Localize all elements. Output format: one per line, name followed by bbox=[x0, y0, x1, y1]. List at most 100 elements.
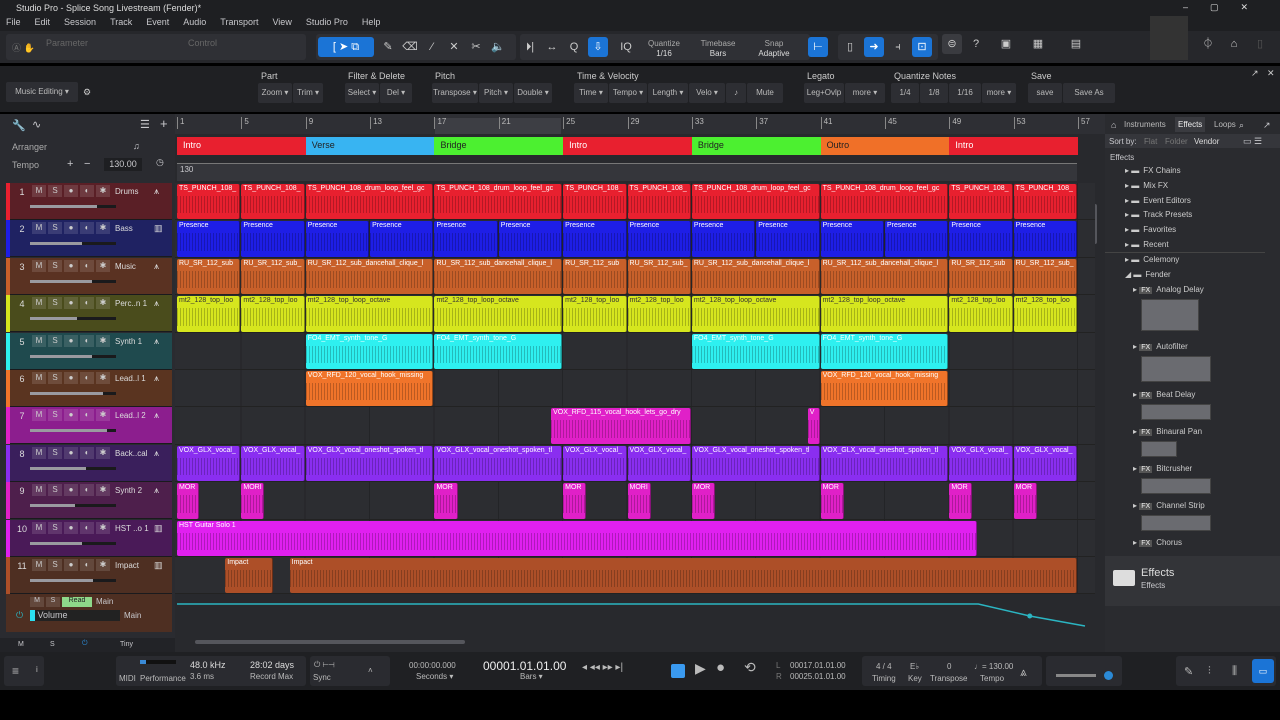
power-icon[interactable]: ⏻ bbox=[82, 640, 88, 648]
solo-button[interactable]: S bbox=[48, 372, 62, 384]
clip[interactable]: RU_SR_112_sub bbox=[949, 258, 1013, 295]
arranger-section-bridge[interactable]: Bridge bbox=[434, 137, 564, 155]
track-name[interactable]: Music bbox=[115, 262, 136, 271]
clip[interactable]: RU_SR_112_sub_ bbox=[241, 258, 305, 295]
clip[interactable]: Impact bbox=[289, 558, 1078, 594]
record-arm-button[interactable]: ● bbox=[64, 484, 78, 497]
volume-fader[interactable] bbox=[30, 242, 116, 246]
browser-item[interactable]: ▸ FX Bitcrusher bbox=[1133, 464, 1192, 473]
close-icon[interactable]: ✕ bbox=[1267, 68, 1275, 79]
listen-tool-icon[interactable]: 🔈 bbox=[488, 37, 508, 57]
macro-button[interactable]: Zoom ▾ bbox=[258, 83, 292, 103]
loop-button[interactable]: ⟲ bbox=[744, 659, 756, 676]
channel-icon[interactable]: ⫶ bbox=[1208, 665, 1211, 678]
automation-curve-icon[interactable]: ∿ bbox=[32, 118, 41, 131]
clip[interactable]: Presence bbox=[498, 221, 563, 257]
clip[interactable]: VOX_GLX_vocal_oneshot_spoken_tl bbox=[820, 445, 949, 482]
menu-help[interactable]: Help bbox=[362, 17, 381, 30]
monitor-button[interactable]: ◐ bbox=[80, 521, 94, 534]
clip[interactable]: VOX_GLX_vocal_ bbox=[949, 445, 1013, 482]
clip[interactable]: RU_SR_112_sub_dancehall_clique_l bbox=[691, 258, 820, 295]
volume-fader[interactable] bbox=[30, 317, 116, 321]
rewind-controls[interactable]: ◂ ◂◂ ▸▸ ▸| bbox=[582, 662, 623, 673]
solo-button[interactable]: S bbox=[48, 559, 62, 571]
solo-button[interactable]: S bbox=[48, 484, 62, 497]
track-header-back-cal[interactable]: 8 M S ● ◐ ✱ Back..cal ⩚ bbox=[6, 444, 172, 482]
tempo-plus-button[interactable]: + bbox=[67, 158, 73, 170]
track-name[interactable]: Lead..l 1 bbox=[115, 374, 146, 383]
browser-tab-loops[interactable]: Loops bbox=[1211, 117, 1239, 132]
track-name[interactable]: Impact bbox=[115, 561, 139, 570]
help-button[interactable]: ? bbox=[966, 34, 986, 54]
clip[interactable]: RU_SR_112_sub bbox=[177, 258, 241, 295]
menu-audio[interactable]: Audio bbox=[183, 17, 206, 30]
quantize-icon[interactable]: Q bbox=[564, 37, 584, 57]
volume-fader[interactable] bbox=[30, 579, 116, 582]
clip[interactable]: Presence bbox=[434, 221, 498, 257]
control-select[interactable]: Control bbox=[188, 38, 217, 48]
solo-button[interactable]: S bbox=[48, 185, 62, 197]
macro-button[interactable]: Mute bbox=[747, 83, 783, 103]
browser-item[interactable]: ▸ ▬ Favorites bbox=[1125, 225, 1176, 234]
browser-item[interactable]: ▸ ▬ Event Editors bbox=[1125, 196, 1191, 205]
clip[interactable]: VOX_GLX_vocal_oneshot_spoken_tl bbox=[434, 445, 563, 482]
clip[interactable]: MOR bbox=[177, 483, 199, 519]
arranger-section-outro[interactable]: Outro bbox=[820, 137, 950, 155]
clip[interactable]: mt2_128_top_loo bbox=[1013, 296, 1078, 332]
clip[interactable]: mt2_128_top_loop_octave bbox=[434, 296, 563, 332]
mute-button[interactable]: M bbox=[32, 372, 46, 384]
clock-icon[interactable]: ◷ bbox=[156, 157, 164, 168]
macro-button[interactable]: Del ▾ bbox=[380, 83, 412, 103]
macro-button[interactable]: Double ▾ bbox=[514, 83, 552, 103]
macro-button[interactable]: Pitch ▾ bbox=[479, 83, 513, 103]
automation-solo-button[interactable]: S bbox=[46, 597, 60, 607]
quantize-select[interactable]: Quantize 1/16 bbox=[644, 39, 684, 59]
mute-button[interactable]: M bbox=[32, 559, 46, 571]
track-header-drums[interactable]: 1 M S ● ◐ ✱ Drums ⩚ bbox=[6, 183, 172, 220]
track-name[interactable]: HST ..o 1 bbox=[115, 524, 149, 533]
menu-track[interactable]: Track bbox=[110, 17, 132, 30]
macro-button[interactable]: 1/16 bbox=[949, 83, 981, 103]
macro-button[interactable]: Leg+Ovlp bbox=[804, 83, 844, 103]
input-button[interactable]: ✱ bbox=[96, 222, 110, 235]
menu-file[interactable]: File bbox=[6, 17, 21, 30]
clip[interactable]: RU_SR_112_sub_dancehall_clique_l bbox=[820, 258, 949, 295]
tempo-value[interactable]: ♩= 130.00 bbox=[974, 662, 1013, 671]
mute-all-button[interactable]: M bbox=[18, 641, 24, 648]
clip[interactable]: TS_PUNCH_108_ bbox=[563, 184, 627, 220]
clip[interactable]: Presence bbox=[627, 221, 691, 257]
clip[interactable]: mt2_128_top_loop_octave bbox=[691, 296, 820, 332]
record-arm-button[interactable]: ● bbox=[64, 297, 78, 310]
timeline-ruler[interactable] bbox=[175, 114, 1105, 134]
clip[interactable]: mt2_128_top_loo bbox=[627, 296, 691, 332]
loop-end[interactable]: 00025.01.01.00 bbox=[790, 672, 846, 681]
macro-button[interactable]: Velo ▾ bbox=[689, 83, 725, 103]
clip[interactable]: MOR bbox=[820, 483, 844, 519]
clip[interactable]: FO4_EMT_synth_tone_G bbox=[305, 333, 434, 369]
video-icon[interactable]: ⊜ bbox=[942, 34, 962, 54]
mute-button[interactable]: M bbox=[32, 484, 46, 497]
breadcrumb[interactable]: Effects bbox=[1110, 153, 1134, 162]
macro-preset-select[interactable]: Music Editing ▾ bbox=[6, 82, 78, 102]
record-arm-button[interactable]: ● bbox=[64, 259, 78, 272]
solo-all-button[interactable]: S bbox=[50, 641, 55, 648]
track-name[interactable]: Back..cal bbox=[115, 449, 147, 458]
browser-item[interactable]: ▸ ▬ FX Chains bbox=[1125, 166, 1181, 175]
volume-fader[interactable] bbox=[30, 392, 116, 395]
volume-fader[interactable] bbox=[30, 205, 116, 208]
input-button[interactable]: ✱ bbox=[96, 446, 110, 459]
macro-button[interactable]: more ▾ bbox=[982, 83, 1016, 103]
bars-format[interactable]: Bars ▾ bbox=[520, 672, 543, 681]
monitor-button[interactable]: ◐ bbox=[80, 446, 94, 459]
menu-studio-pro[interactable]: Studio Pro bbox=[306, 17, 348, 30]
macro-button[interactable]: ♪ bbox=[726, 83, 746, 103]
track-header-bass[interactable]: 2 M S ● ◐ ✱ Bass ▥ bbox=[6, 220, 172, 258]
browser-item[interactable]: ▸ ▬ Track Presets bbox=[1125, 210, 1192, 219]
volume-fader[interactable] bbox=[30, 541, 116, 545]
monitor-button[interactable]: ◐ bbox=[80, 222, 94, 235]
clip[interactable]: TS_PUNCH_108_ bbox=[949, 184, 1013, 220]
solo-button[interactable]: S bbox=[48, 259, 62, 272]
menu-icon[interactable]: ≡ bbox=[12, 664, 19, 678]
clip[interactable]: mt2_128_top_loop_octave bbox=[305, 296, 434, 332]
menu-event[interactable]: Event bbox=[146, 17, 169, 30]
